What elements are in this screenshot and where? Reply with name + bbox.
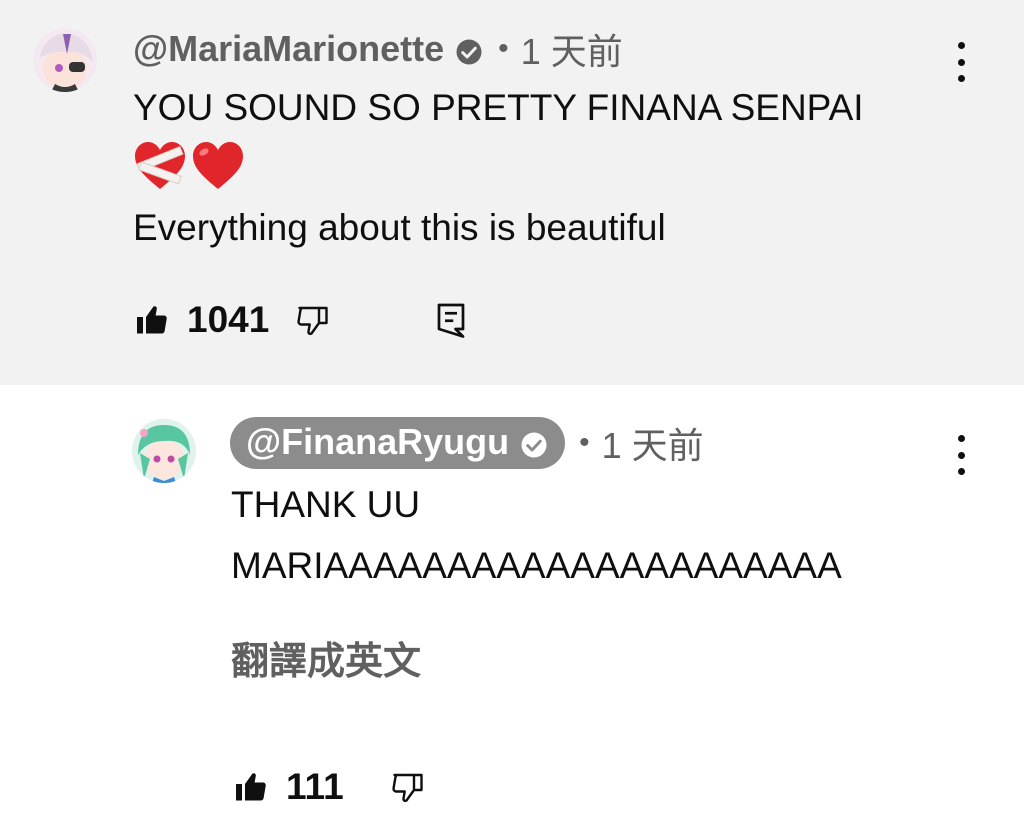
verified-check-icon — [454, 34, 484, 65]
reply-comment: @FinanaRyugu • 1 天前 THANK UU MARIAAAAAAA… — [0, 385, 1024, 835]
author-name: @FinanaRyugu — [246, 421, 510, 462]
author-name[interactable]: @MariaMarionette — [133, 28, 444, 70]
highlighted-comment: @MariaMarionette • 1 天前 YOU SOUND SO PRE… — [0, 0, 1024, 385]
comment-actions: 1041 — [133, 298, 467, 342]
avatar[interactable] — [33, 28, 97, 92]
more-vert-icon[interactable] — [954, 42, 968, 82]
timestamp[interactable]: 1 天前 — [521, 23, 623, 75]
comment-reply-icon[interactable] — [435, 302, 467, 338]
timestamp[interactable]: 1 天前 — [602, 417, 704, 469]
translate-link[interactable]: 翻譯成英文 — [231, 630, 421, 685]
reply-text-line-1: THANK UU — [231, 484, 421, 525]
thumb-up-filled-icon[interactable] — [133, 302, 171, 338]
thumb-down-outline-icon[interactable] — [295, 302, 331, 338]
like-count: 1041 — [187, 299, 270, 340]
avatar[interactable] — [132, 419, 196, 483]
verified-check-icon — [519, 427, 549, 458]
reply-actions: 111 — [232, 765, 426, 809]
comment-text-line-2: Everything about this is beautiful — [133, 207, 666, 248]
reply-text-line-2: MARIAAAAAAAAAAAAAAAAAAAAA — [231, 545, 842, 586]
thumb-down-outline-icon[interactable] — [390, 769, 426, 805]
more-vert-icon[interactable] — [954, 435, 968, 475]
thumb-up-filled-icon[interactable] — [232, 769, 270, 805]
hearts-emoji-icon — [135, 142, 243, 189]
comment-header: @MariaMarionette • 1 天前 — [133, 24, 623, 74]
reply-header: @FinanaRyugu • 1 天前 — [230, 417, 704, 469]
comment-text-line-1: YOU SOUND SO PRETTY FINANA SENPAI — [133, 87, 864, 128]
separator-dot: • — [498, 32, 509, 65]
separator-dot: • — [579, 426, 590, 459]
author-chip[interactable]: @FinanaRyugu — [230, 417, 566, 469]
like-count: 111 — [286, 766, 344, 807]
